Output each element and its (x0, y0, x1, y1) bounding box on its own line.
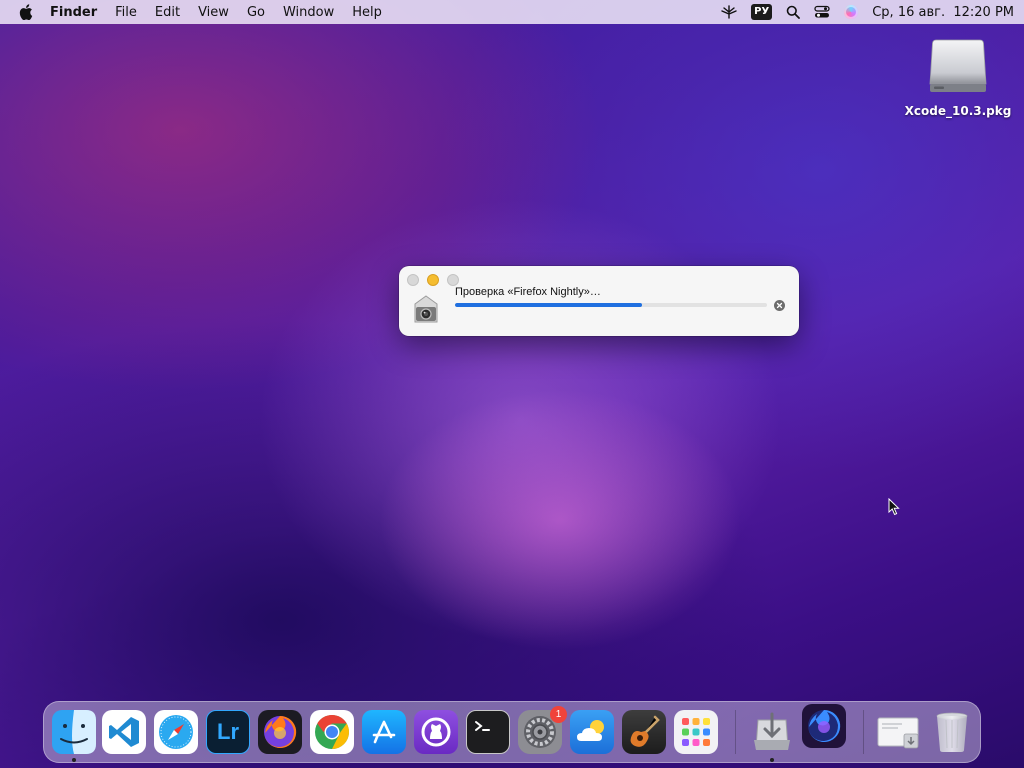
dock-chrome[interactable] (310, 710, 354, 754)
menu-go[interactable]: Go (247, 5, 265, 20)
dock-finder[interactable] (52, 710, 96, 754)
app-store-icon (372, 720, 396, 744)
dock-separator (863, 710, 864, 754)
github-desktop-icon (421, 717, 451, 747)
close-button[interactable] (407, 274, 419, 286)
dock-firefox[interactable] (258, 710, 302, 754)
menu-view[interactable]: View (198, 5, 229, 20)
dock-installer[interactable] (750, 710, 794, 754)
stop-icon (776, 302, 783, 309)
dock-garageband[interactable] (622, 710, 666, 754)
menu-help[interactable]: Help (352, 5, 382, 20)
downloads-stack-icon (877, 717, 919, 749)
mouse-cursor (888, 498, 900, 516)
verification-progress-bar (455, 303, 767, 307)
dock-vscode[interactable] (102, 710, 146, 754)
dock: Lr 1 (43, 701, 981, 763)
control-center-icon[interactable] (814, 5, 830, 19)
trash-icon (936, 712, 968, 752)
gatekeeper-icon (414, 295, 438, 323)
firefox-nightly-icon (808, 709, 841, 742)
finder-icon (52, 710, 96, 754)
notification-badge: 1 (550, 706, 567, 723)
dock-lightroom[interactable]: Lr (206, 710, 250, 754)
minimize-button[interactable] (427, 274, 439, 286)
launchpad-icon (682, 718, 710, 746)
siri-icon[interactable] (844, 5, 859, 19)
verification-message: Проверка «Firefox Nightly»… (455, 286, 601, 298)
menu-clock[interactable]: Ср, 16 авг. 12:20 PM (872, 5, 1014, 20)
dock-terminal[interactable] (466, 710, 510, 754)
menu-file[interactable]: File (115, 5, 137, 20)
dock-safari[interactable] (154, 710, 198, 754)
dock-weather[interactable] (570, 710, 614, 754)
dock-system-preferences[interactable]: 1 (518, 706, 567, 754)
menu-window[interactable]: Window (283, 5, 334, 20)
garageband-icon (630, 715, 660, 747)
weather-icon (577, 720, 604, 741)
disk-image-icon (929, 39, 987, 92)
stop-button[interactable] (774, 300, 785, 311)
terminal-icon (475, 721, 490, 731)
dock-running-indicator (72, 758, 76, 762)
spotlight-search-icon[interactable] (786, 5, 801, 19)
zoom-button[interactable] (447, 274, 459, 286)
vscode-icon (109, 717, 139, 747)
dock-separator (735, 710, 736, 754)
installer-icon (754, 712, 790, 750)
window-controls (407, 274, 459, 286)
dock-app-store[interactable] (362, 710, 406, 754)
network-icon[interactable] (721, 5, 737, 19)
menu-edit[interactable]: Edit (155, 5, 180, 20)
menu-bar: Finder File Edit View Go Window Help РУ … (0, 0, 1024, 24)
apple-icon[interactable] (16, 4, 36, 20)
chrome-icon (315, 715, 349, 749)
lightroom-icon: Lr (217, 719, 239, 744)
input-source-badge[interactable]: РУ (751, 4, 773, 20)
dock-downloads-stack[interactable] (876, 710, 920, 754)
dock-firefox-nightly[interactable] (802, 704, 846, 748)
dock-launchpad[interactable] (674, 710, 718, 754)
verification-window: Проверка «Firefox Nightly»… (399, 266, 799, 336)
dock-running-indicator (770, 758, 774, 762)
dock-trash[interactable] (930, 710, 974, 754)
desktop-item-xcode-pkg[interactable]: Xcode_10.3.pkg (898, 36, 1018, 118)
progress-fill (455, 303, 643, 307)
dock-github-desktop[interactable] (414, 710, 458, 754)
menu-app-finder[interactable]: Finder (50, 5, 97, 20)
firefox-icon (264, 715, 297, 748)
desktop-item-label: Xcode_10.3.pkg (904, 104, 1012, 118)
safari-icon (159, 715, 193, 749)
